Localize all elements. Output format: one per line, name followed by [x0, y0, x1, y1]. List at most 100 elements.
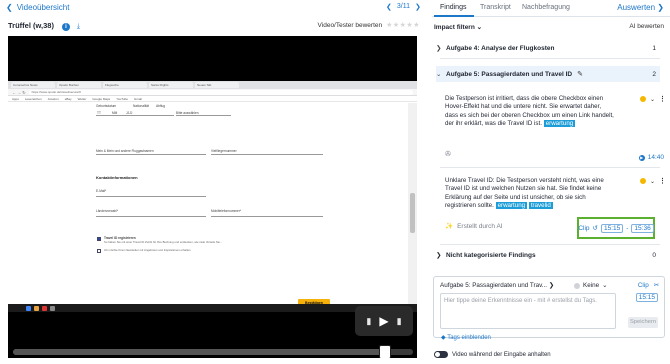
- clip-label: Clip: [578, 224, 590, 232]
- clip-end-field[interactable]: 15:36: [631, 223, 654, 233]
- active-tab-indicator: [434, 15, 474, 17]
- pause-video-toggle[interactable]: [434, 351, 448, 358]
- finding-card[interactable]: Die Testperson ist irritiert, dass die o…: [445, 95, 615, 128]
- download-icon[interactable]: ⤓: [77, 23, 80, 31]
- form-label: Abflug: [156, 104, 166, 108]
- browser-address-bar: ← → ↻ https://www.opodo.de/travel/secure…: [8, 89, 417, 96]
- consent-checkbox: [97, 249, 101, 253]
- impact-filter[interactable]: Impact filtern ⌄: [434, 24, 482, 31]
- video-title-row: Trüffel (w,38) i ⤓ Video/Tester bewerten…: [8, 21, 420, 33]
- chevron-down-icon[interactable]: ⌄: [650, 178, 655, 185]
- tab-transkript[interactable]: Transkript: [480, 4, 511, 11]
- recorded-browser-screen: Coronavirus News Opodo Buchen Flugsuche …: [8, 81, 417, 340]
- travel-id-checkbox: [97, 237, 101, 241]
- composer-impact-select[interactable]: Keine ⌄: [574, 282, 607, 289]
- browser-tab: Swiss Flights: [149, 82, 193, 88]
- video-player[interactable]: Coronavirus News Opodo Buchen Flugsuche …: [8, 36, 417, 358]
- browser-tab: Opodo Buchen: [57, 82, 101, 88]
- phone-field: [211, 213, 323, 217]
- impact-dot-icon[interactable]: [639, 178, 646, 184]
- browser-tab: Neues Tab: [195, 82, 239, 88]
- reset-icon[interactable]: ↺: [593, 224, 598, 232]
- user-voice-icon: ✇: [445, 151, 451, 158]
- contact-section-heading: Kontaktinformationen: [96, 175, 138, 180]
- tab-nachbefragung[interactable]: Nachbefragung: [522, 4, 570, 11]
- skip-back-icon[interactable]: ▮: [366, 316, 371, 327]
- ai-sparkle-icon: ✨: [445, 223, 454, 230]
- top-bar: ❮ Videoübersicht ❮ 3/11 ❯: [0, 0, 425, 16]
- star-rating[interactable]: ★★★★★: [386, 21, 420, 29]
- auswerten-link[interactable]: Auswerten ❯: [617, 3, 664, 12]
- save-button[interactable]: Speichern: [628, 317, 658, 328]
- clip-start-field[interactable]: 15:15: [600, 223, 624, 233]
- impact-label: Keine: [583, 282, 600, 289]
- next-video-icon[interactable]: ❯: [415, 3, 421, 11]
- task-count: 1: [652, 44, 656, 52]
- task-count: 2: [652, 70, 656, 78]
- impact-filter-label: Impact filtern: [434, 24, 475, 31]
- nav-arrows-icon: ← → ↻: [12, 89, 26, 95]
- pause-video-label: Video während der Eingabe anhalten: [452, 351, 551, 358]
- panel-tabs: Findings Transkript Nachbefragung Auswer…: [432, 0, 670, 17]
- divider: [440, 244, 660, 245]
- finding-timestamp[interactable]: ▶ 14:40: [638, 154, 664, 161]
- more-options-icon[interactable]: ⋮: [659, 95, 666, 103]
- chevron-right-icon: ❯: [657, 3, 664, 12]
- ai-created-label: Erstellt durch AI: [457, 222, 503, 230]
- pencil-icon[interactable]: ✎: [577, 70, 583, 78]
- video-timeline[interactable]: [13, 345, 413, 358]
- finding-card[interactable]: Unklare Travel ID: Die Testperson verste…: [445, 177, 615, 210]
- finding-composer: Aufgabe 5: Passagierdaten und Trav... ❯ …: [433, 276, 665, 338]
- divider: [440, 58, 660, 59]
- chevron-down-icon: ⌄: [476, 24, 483, 31]
- show-tags-link[interactable]: ◆ Tags einblenden: [441, 334, 491, 341]
- task-group-5[interactable]: ⌄ Aufgabe 5: Passagierdaten und Travel I…: [436, 66, 660, 82]
- scissors-icon[interactable]: ✂: [654, 282, 659, 289]
- chevron-right-icon: ❯: [436, 45, 442, 52]
- bookmark: eBay: [64, 97, 72, 101]
- travel-id-text: So haben Sie mit einer Travel ID Zutritt…: [104, 240, 223, 244]
- browser-tab: Coronavirus News: [11, 82, 55, 88]
- pause-video-toggle-row: Video während der Eingabe anhalten: [434, 351, 551, 358]
- play-icon[interactable]: ▶: [379, 314, 388, 328]
- tag-erwartung[interactable]: erwartung: [543, 119, 576, 127]
- tag-travelid[interactable]: travelid: [528, 201, 553, 209]
- impact-dot-icon[interactable]: [639, 96, 646, 102]
- tag-erwartung[interactable]: erwartung: [495, 201, 528, 209]
- finding-text: Die Testperson ist irritiert, dass die o…: [445, 95, 614, 127]
- email-field: [96, 193, 206, 197]
- chevron-left-icon: ❮: [6, 3, 13, 12]
- tab-findings[interactable]: Findings: [440, 4, 466, 11]
- composer-timestamp[interactable]: 15:15: [635, 293, 658, 302]
- task-label: Aufgabe 5: Passagierdaten und Travel ID: [446, 70, 573, 78]
- uncategorized-findings-group[interactable]: ❯ Nicht kategorisierte Findings 0: [436, 248, 660, 262]
- form-label: Geburtsdatum: [96, 104, 117, 108]
- info-icon[interactable]: i: [61, 23, 70, 31]
- composer-task-select[interactable]: Aufgabe 5: Passagierdaten und Trav... ❯: [440, 282, 554, 289]
- chevron-right-icon: ❯: [436, 252, 442, 259]
- timestamp-value: 14:40: [647, 154, 664, 161]
- finding-textarea[interactable]: Hier tippe deine Erkenntnisse ein - mit …: [440, 293, 616, 329]
- composer-clip[interactable]: Clip ✂: [638, 282, 659, 289]
- pager-count: 3/11: [396, 3, 410, 10]
- uncategorized-label: Nicht kategorisierte Findings: [446, 251, 536, 259]
- bookmark: Google Maps: [92, 97, 111, 101]
- chevron-down-icon[interactable]: ⌄: [650, 96, 655, 103]
- filter-row: Impact filtern ⌄ AI bewerten: [434, 23, 664, 33]
- more-options-icon[interactable]: ⋮: [659, 177, 666, 185]
- ai-rate-button[interactable]: AI bewerten: [629, 23, 664, 30]
- timeline-handle[interactable]: [379, 345, 391, 358]
- form-field: [96, 151, 206, 155]
- play-circle-icon: ▶: [638, 154, 645, 161]
- bookmark: Gmail: [133, 97, 142, 101]
- divider: [440, 167, 660, 168]
- back-to-video-overview-link[interactable]: ❮ Videoübersicht: [6, 3, 69, 12]
- range-dash: -: [626, 224, 629, 232]
- form-field: [176, 112, 231, 116]
- task-group-4[interactable]: ❯ Aufgabe 4: Analyse der Flugkosten 1: [436, 40, 660, 56]
- bookmark: YouTube: [116, 97, 128, 101]
- previous-video-icon[interactable]: ❮: [386, 3, 392, 11]
- finding-actions: ⌄ ⋮: [639, 95, 666, 103]
- skip-forward-icon[interactable]: ▮: [397, 316, 402, 327]
- finding-actions: ⌄ ⋮: [639, 177, 666, 185]
